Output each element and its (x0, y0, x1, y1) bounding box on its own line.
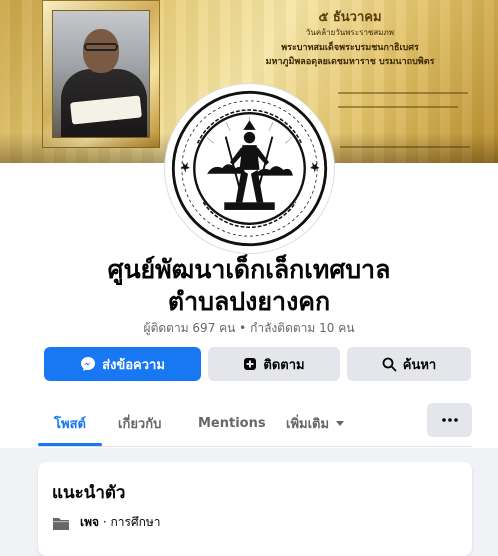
send-message-label: ส่งข้อความ (102, 357, 165, 373)
page-title-line2: ตำบลปงยางคก (167, 287, 331, 316)
tab-posts[interactable]: โพสต์ (38, 400, 102, 446)
school-seal-logo (171, 90, 328, 247)
page-category-value[interactable]: การศึกษา (111, 515, 161, 529)
page-title-line1: ศูนย์พัฒนาเด็กเล็กเทศบาล (107, 255, 391, 284)
tab-mentions-label: Mentions (198, 415, 266, 431)
follow-add-icon (244, 358, 257, 370)
cover-title-line1: พระบาทสมเด็จพระบรมชนกาธิเบศร (281, 43, 419, 53)
page-tabs: โพสต์ เกี่ยวกับ Mentions เพิ่มเติม (38, 400, 472, 446)
follower-stats[interactable]: ผู้ติดตาม 697 คน • กำลังติดตาม 10 คน (0, 319, 498, 338)
send-message-button[interactable]: ส่งข้อความ (44, 347, 201, 381)
follow-label: ติดตาม (263, 357, 305, 373)
intro-card: แนะนำตัว เพจ · การศึกษา (38, 462, 472, 556)
cover-heading: ๕ ธันวาคม (318, 10, 382, 25)
page-category-prefix: เพจ (80, 515, 100, 529)
cover-title-line2: มหาภูมิพลอดุลยเดชมหาราช บรมนาถบพิตร (265, 57, 435, 67)
tab-about-label: เกี่ยวกับ (118, 416, 162, 432)
tab-about[interactable]: เกี่ยวกับ (118, 400, 161, 446)
profile-picture[interactable] (165, 84, 334, 253)
messenger-icon (81, 357, 96, 371)
search-icon (382, 357, 397, 371)
cover-text-line (338, 106, 458, 108)
chevron-down-icon (336, 421, 345, 426)
tab-posts-label: โพสต์ (54, 416, 86, 432)
cover-text-line (338, 92, 468, 94)
page-category-icon (53, 517, 69, 530)
tab-overflow-button[interactable] (427, 403, 472, 437)
more-dots-icon (441, 418, 458, 422)
page-category-separator: · (99, 515, 111, 529)
intro-title: แนะนำตัว (52, 483, 126, 503)
tab-mentions[interactable]: Mentions (198, 400, 266, 446)
tab-more[interactable]: เพิ่มเติม (286, 400, 345, 446)
search-label: ค้นหา (402, 357, 437, 373)
tab-more-label: เพิ่มเติม (286, 416, 330, 432)
page-category-row: เพจ · การศึกษา (52, 513, 160, 532)
search-button[interactable]: ค้นหา (347, 347, 471, 381)
cover-subheading: วันคล้ายวันพระราชสมภพ (305, 28, 395, 37)
follow-button[interactable]: ติดตาม (208, 347, 340, 381)
tabs-divider (38, 446, 472, 447)
cover-portrait (42, 0, 160, 148)
